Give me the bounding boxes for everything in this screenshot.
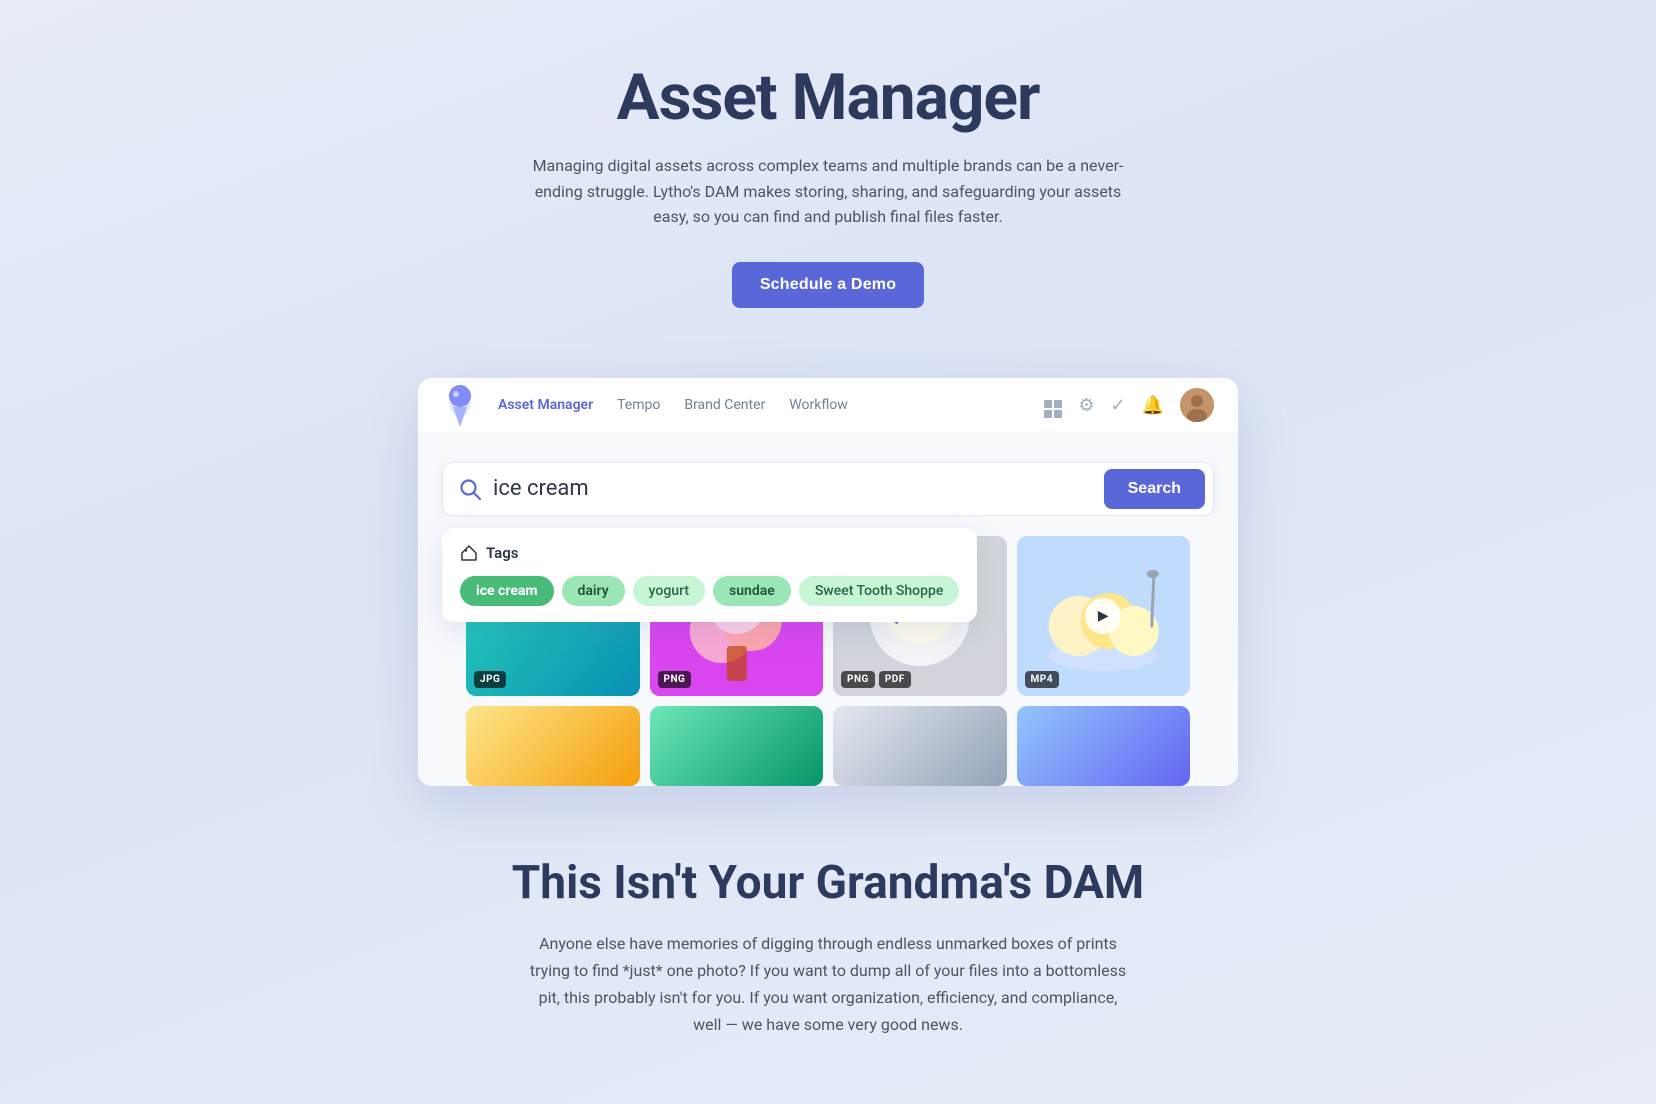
hero-section: Asset Manager Managing digital assets ac… — [0, 0, 1656, 348]
tag-sweet-tooth[interactable]: Sweet Tooth Shoppe — [799, 576, 960, 606]
nav-icons: ⚙ ✓ 🔔 — [1044, 388, 1214, 422]
asset-small-2[interactable] — [650, 706, 824, 786]
tag-ice-cream[interactable]: ice cream — [460, 576, 554, 606]
tag-yogurt[interactable]: yogurt — [633, 576, 705, 606]
tags-list: ice cream dairy yogurt sundae Sweet Toot… — [460, 576, 959, 606]
settings-icon[interactable]: ⚙ — [1078, 395, 1094, 416]
tag-sundae[interactable]: sundae — [713, 576, 791, 606]
badge-mp4: MP4 — [1025, 671, 1059, 688]
section2-title: This Isn't Your Grandma's DAM — [20, 856, 1636, 910]
asset-small-1[interactable] — [466, 706, 640, 786]
badge-jpg: JPG — [474, 671, 506, 688]
tags-title: Tags — [460, 544, 959, 562]
play-button[interactable]: ▶ — [1085, 598, 1121, 634]
nav-workflow[interactable]: Workflow — [789, 397, 848, 413]
page-title: Asset Manager — [20, 60, 1636, 135]
bell-icon[interactable]: 🔔 — [1142, 395, 1164, 416]
nav-asset-manager[interactable]: Asset Manager — [498, 397, 593, 413]
asset-row-2 — [466, 706, 1190, 786]
asset-small-4[interactable] — [1017, 706, 1191, 786]
grid-icon[interactable] — [1044, 392, 1062, 418]
tags-label: Tags — [486, 544, 519, 562]
nav-tempo[interactable]: Tempo — [617, 397, 660, 413]
tags-dropdown: Tags ice cream dairy yogurt sundae Sweet… — [442, 528, 977, 622]
logo[interactable] — [442, 383, 478, 427]
badge-pdf: PDF — [879, 671, 911, 688]
badge-png2: PNG — [841, 671, 875, 688]
app-window: Asset Manager Tempo Brand Center Workflo… — [418, 378, 1238, 786]
avatar[interactable] — [1180, 388, 1214, 422]
search-icon — [459, 478, 481, 500]
asset-card-4[interactable]: ▶ MP4 — [1017, 536, 1191, 696]
search-bar: ice cream Search — [442, 462, 1214, 516]
asset-small-3[interactable] — [833, 706, 1007, 786]
search-button[interactable]: Search — [1104, 469, 1205, 509]
search-area: ice cream Search Tags ice cream dairy yo… — [418, 434, 1238, 786]
nav-links: Asset Manager Tempo Brand Center Workflo… — [498, 397, 1044, 413]
hero-subtitle: Managing digital assets across complex t… — [528, 153, 1128, 230]
nav-bar: Asset Manager Tempo Brand Center Workflo… — [418, 378, 1238, 434]
badge-png: PNG — [658, 671, 692, 688]
section2: This Isn't Your Grandma's DAM Anyone els… — [0, 786, 1656, 1079]
tag-dairy[interactable]: dairy — [562, 576, 625, 606]
nav-brand-center[interactable]: Brand Center — [684, 397, 765, 413]
checkmark-icon[interactable]: ✓ — [1110, 395, 1125, 416]
schedule-demo-button[interactable]: Schedule a Demo — [732, 262, 924, 308]
section2-text: Anyone else have memories of digging thr… — [528, 930, 1128, 1039]
search-value[interactable]: ice cream — [493, 476, 1104, 501]
